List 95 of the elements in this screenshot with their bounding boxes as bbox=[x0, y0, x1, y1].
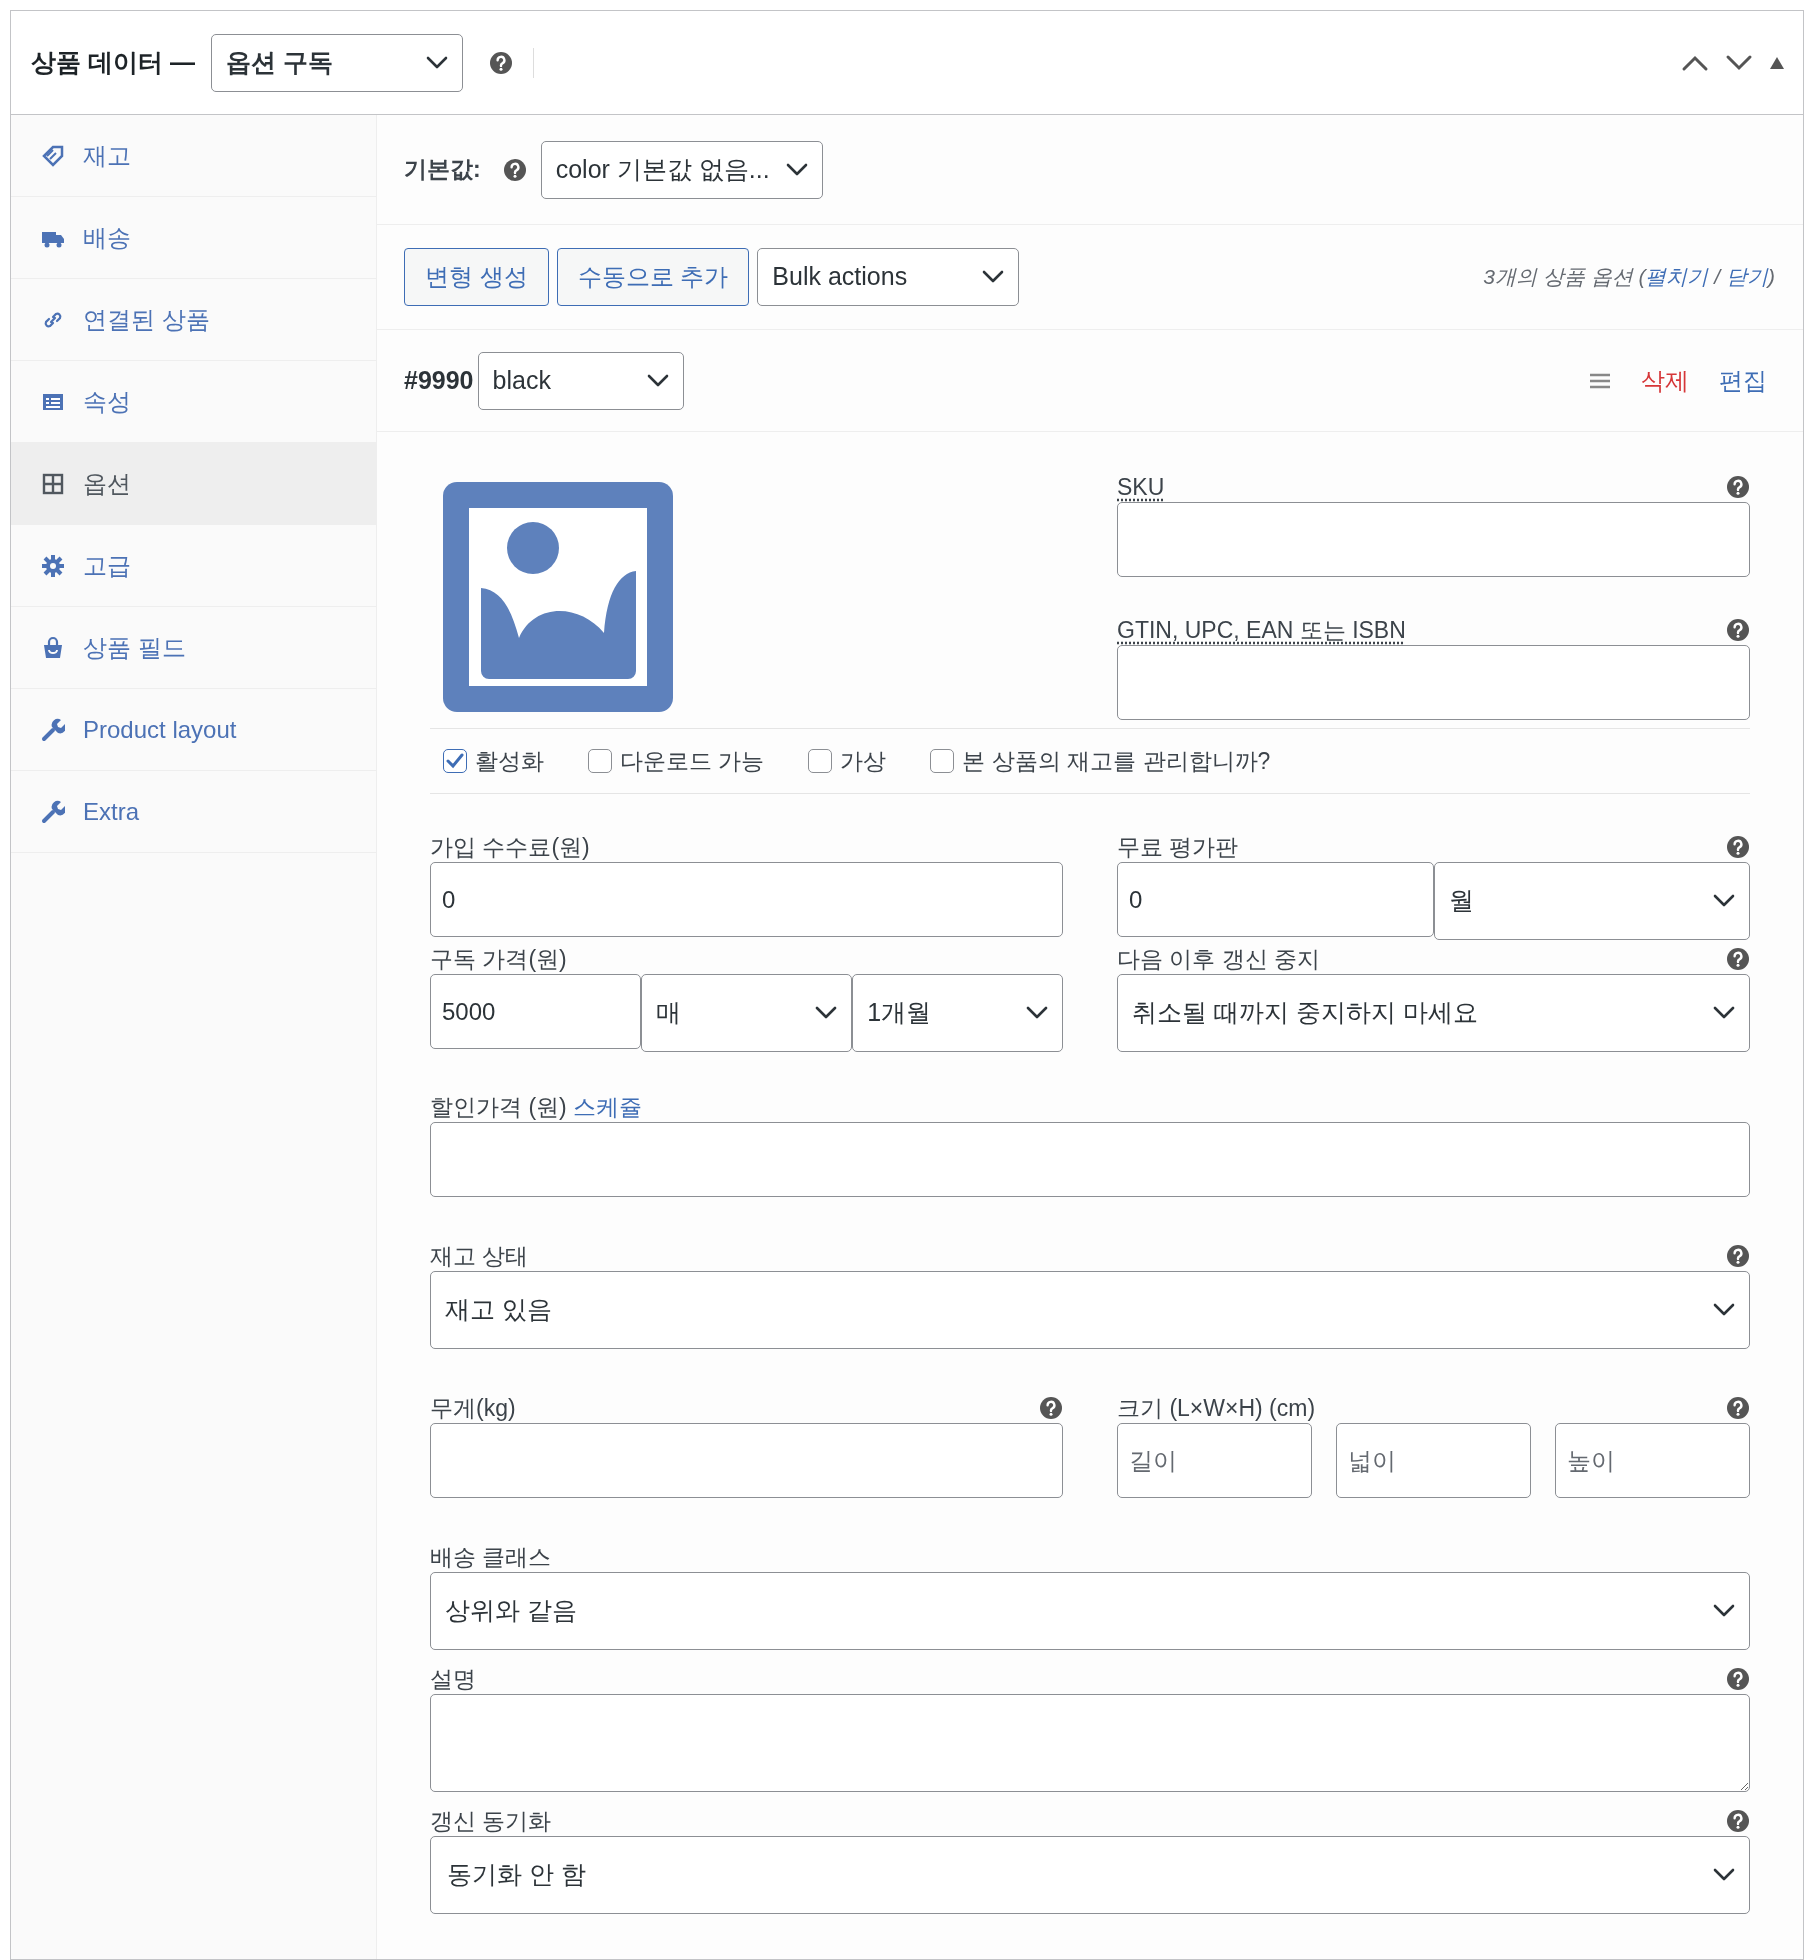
stock-status-dropdown[interactable]: 재고 있음 bbox=[430, 1271, 1750, 1349]
caret-icon bbox=[1713, 1006, 1735, 1020]
help-icon[interactable] bbox=[1726, 475, 1750, 499]
tag-icon bbox=[41, 143, 65, 168]
input-field[interactable]: 5000 bbox=[430, 974, 642, 1049]
wrench-icon bbox=[41, 717, 65, 742]
help-icon[interactable] bbox=[1726, 618, 1750, 642]
attribute-dropdown[interactable]: black bbox=[477, 351, 684, 410]
help-icon[interactable] bbox=[1726, 1396, 1750, 1420]
sidebar-tab[interactable]: 재고 bbox=[11, 115, 376, 197]
edit-link[interactable]: 편집 bbox=[1719, 362, 1767, 399]
checkbox[interactable] bbox=[930, 749, 955, 773]
sidebar-tab[interactable]: Extra bbox=[11, 771, 376, 853]
checkbox[interactable] bbox=[808, 749, 833, 773]
caret-icon bbox=[425, 55, 448, 70]
caret-icon bbox=[1713, 1303, 1735, 1317]
bulk-actions-dropdown[interactable]: Bulk actions bbox=[757, 248, 1020, 306]
toolbar-button[interactable]: 변형 생성 bbox=[404, 248, 549, 306]
menu-icon[interactable] bbox=[1589, 371, 1611, 390]
shipping-class-dropdown[interactable]: 상위와 같음 bbox=[430, 1572, 1750, 1650]
checkbox-label: 가상 bbox=[840, 747, 887, 776]
caret-icon bbox=[1713, 1868, 1735, 1882]
field-label: 할인가격 (원) 스케쥴 bbox=[430, 1093, 644, 1122]
input-field[interactable]: 0 bbox=[1117, 862, 1434, 937]
sync-renewals-dropdown[interactable]: 동기화 안 함 bbox=[430, 1836, 1750, 1914]
field-label: 기본값: bbox=[404, 155, 481, 185]
field-label: GTIN, UPC, EAN 또는 ISBN bbox=[1117, 616, 1406, 645]
check-icon bbox=[446, 753, 464, 769]
grid-icon bbox=[41, 471, 65, 496]
remove-link[interactable]: 삭제 bbox=[1641, 362, 1689, 399]
description-textarea[interactable] bbox=[430, 1694, 1750, 1792]
variation-count-summary: 3개의 상품 옵션 (펼치기 / 닫기) bbox=[1483, 264, 1775, 291]
input-field[interactable] bbox=[1117, 502, 1750, 577]
image-placeholder-icon[interactable] bbox=[443, 482, 673, 712]
help-icon[interactable] bbox=[1726, 1244, 1750, 1268]
shopping-bag-icon bbox=[41, 635, 65, 660]
field-label: 크기 (L×W×H) (cm) bbox=[1117, 1394, 1316, 1423]
help-icon[interactable] bbox=[1726, 947, 1750, 971]
caret-icon bbox=[982, 270, 1005, 284]
caret-icon bbox=[646, 373, 669, 388]
input-field[interactable]: 높이 bbox=[1555, 1423, 1750, 1498]
field-label: 갱신 동기화 bbox=[430, 1807, 552, 1836]
caret-icon bbox=[1026, 1006, 1048, 1020]
collapse-icon[interactable] bbox=[1769, 55, 1785, 70]
toolbar-button[interactable]: 수동으로 추가 bbox=[556, 248, 750, 306]
sidebar-tab[interactable]: 고급 bbox=[11, 525, 376, 607]
checkbox-label: 본 상품의 재고를 관리합니까? bbox=[962, 747, 1271, 776]
field-label: 다음 이후 갱신 중지 bbox=[1117, 945, 1321, 974]
variation-id: #9990 bbox=[404, 364, 474, 396]
panel-title: 상품 데이터 — bbox=[31, 46, 195, 78]
sidebar-tab[interactable]: 배송 bbox=[11, 197, 376, 279]
input-field[interactable]: 넓이 bbox=[1336, 1423, 1531, 1498]
caret-icon bbox=[815, 1006, 838, 1020]
field-label: 구독 가격(원) bbox=[430, 945, 567, 974]
caret-icon bbox=[785, 162, 808, 177]
product-type-dropdown[interactable]: 옵션 구독 bbox=[210, 33, 463, 92]
field-label: 무게(kg) bbox=[430, 1394, 516, 1423]
field-label: 설명 bbox=[430, 1665, 476, 1694]
checkbox[interactable] bbox=[443, 749, 467, 773]
billing-period-dropdown[interactable]: 1개월 bbox=[852, 974, 1063, 1052]
field-label: 배송 클래스 bbox=[430, 1543, 552, 1572]
move-down-icon[interactable] bbox=[1725, 53, 1753, 72]
move-up-icon[interactable] bbox=[1681, 53, 1709, 72]
trial-period-dropdown[interactable]: 월 bbox=[1433, 862, 1750, 940]
field-label: 재고 상태 bbox=[430, 1242, 529, 1271]
caret-icon bbox=[1713, 894, 1735, 908]
sidebar-tab[interactable]: Product layout bbox=[11, 689, 376, 771]
input-field[interactable] bbox=[430, 1122, 1750, 1197]
input-field[interactable]: 0 bbox=[430, 862, 1063, 937]
help-icon[interactable] bbox=[502, 157, 527, 182]
sidebar-tab[interactable]: 상품 필드 bbox=[11, 607, 376, 689]
checkbox-label: 활성화 bbox=[475, 747, 544, 776]
default-color-dropdown[interactable]: color 기본값 없음... bbox=[540, 140, 823, 199]
help-icon[interactable] bbox=[1039, 1396, 1063, 1420]
expire-after-dropdown[interactable]: 취소될 때까지 중지하지 마세요 bbox=[1117, 974, 1750, 1052]
help-icon[interactable] bbox=[488, 50, 513, 75]
help-icon[interactable] bbox=[1726, 835, 1750, 859]
caret-icon bbox=[1713, 1604, 1735, 1618]
wrench-icon bbox=[41, 799, 65, 824]
checkbox-label: 다운로드 가능 bbox=[620, 747, 765, 776]
gear-icon bbox=[41, 553, 65, 578]
input-field[interactable] bbox=[430, 1423, 1063, 1498]
help-icon[interactable] bbox=[1726, 1667, 1750, 1691]
billing-interval-dropdown[interactable]: 매 bbox=[641, 974, 853, 1052]
help-icon[interactable] bbox=[1726, 1809, 1750, 1833]
input-field[interactable]: 길이 bbox=[1117, 1423, 1312, 1498]
sidebar-tab[interactable]: 옵션 bbox=[11, 443, 376, 525]
field-label: 가입 수수료(원) bbox=[430, 833, 590, 862]
checkbox[interactable] bbox=[588, 749, 612, 773]
field-label: SKU bbox=[1117, 473, 1165, 502]
sidebar-tab[interactable]: 연결된 상품 bbox=[11, 279, 376, 361]
collapse-all-link[interactable]: 닫기 bbox=[1726, 265, 1768, 289]
field-label: 무료 평가판 bbox=[1117, 833, 1239, 862]
schedule-link[interactable]: 스케쥴 bbox=[573, 1094, 643, 1120]
input-field[interactable] bbox=[1117, 645, 1750, 720]
